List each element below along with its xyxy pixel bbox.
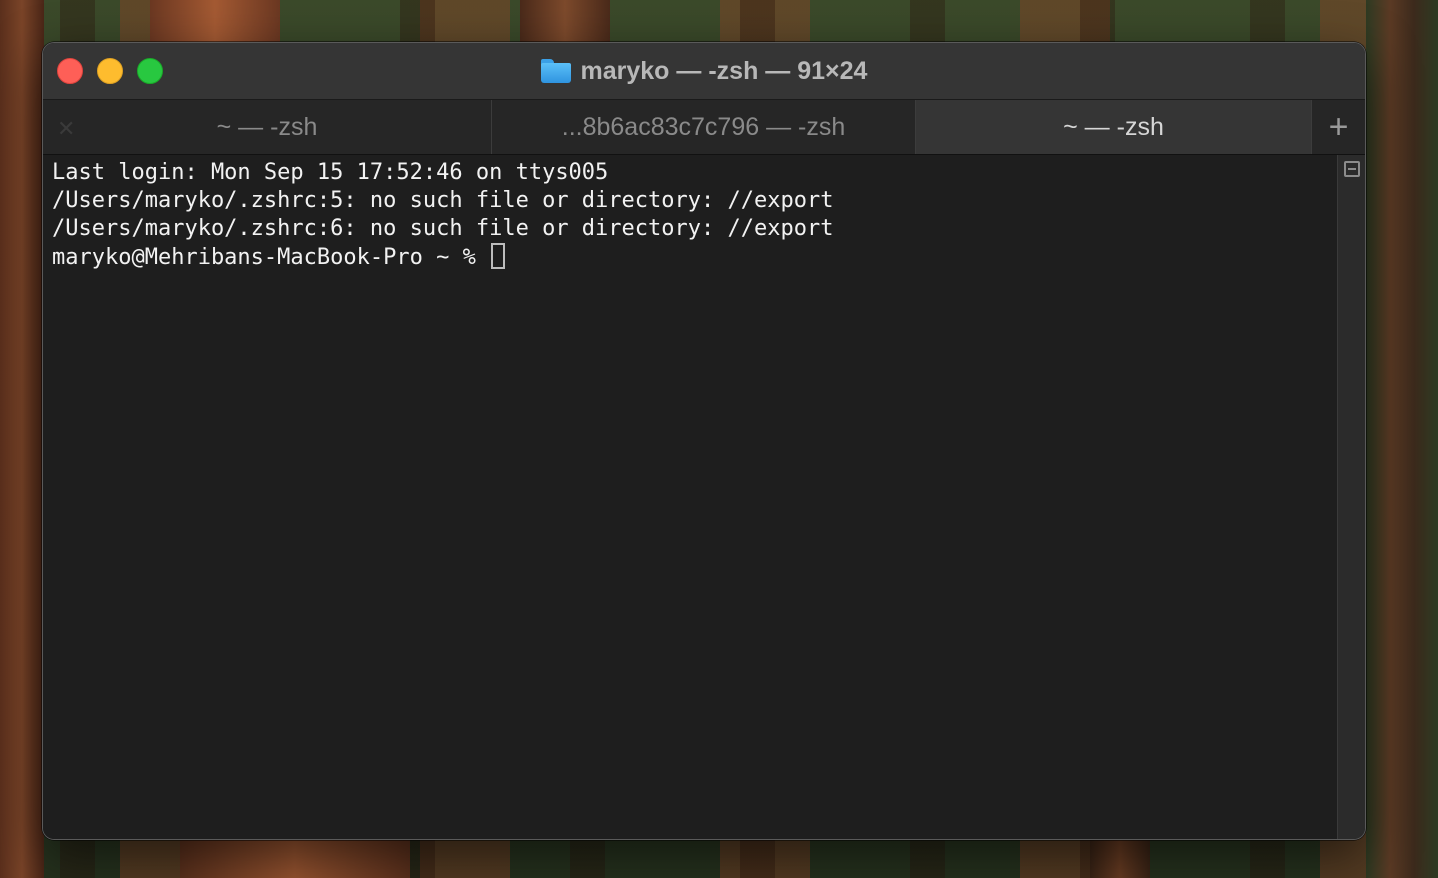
text-cursor: [491, 243, 506, 269]
background-trunk: [1366, 0, 1438, 878]
marker-icon[interactable]: [1344, 161, 1360, 177]
tab-active-home-zsh[interactable]: ~ — -zsh: [916, 100, 1312, 154]
tab-label: ~ — -zsh: [1063, 112, 1164, 141]
plus-icon: +: [1328, 107, 1349, 146]
folder-icon: [540, 59, 571, 83]
tab-hash-zsh[interactable]: ...8b6ac83c7c796 — -zsh: [492, 100, 916, 154]
background-trunk: [0, 0, 44, 878]
tab-label: ~ — -zsh: [216, 112, 318, 141]
new-tab-button[interactable]: +: [1312, 100, 1365, 154]
terminal-line: /Users/maryko/.zshrc:5: no such file or …: [52, 188, 834, 213]
tab-home-zsh[interactable]: ✕ ~ — -zsh: [43, 100, 492, 154]
terminal-window: maryko — -zsh — 91×24 ✕ ~ — -zsh ...8b6a…: [42, 42, 1366, 840]
background-trunk: [520, 0, 610, 44]
tab-label: ...8b6ac83c7c796 — -zsh: [561, 112, 846, 141]
terminal-output[interactable]: Last login: Mon Sep 15 17:52:46 on ttys0…: [43, 155, 1337, 839]
background-trunk: [1090, 838, 1150, 878]
terminal-line: /Users/maryko/.zshrc:6: no such file or …: [52, 216, 834, 241]
window-title-text: maryko — -zsh — 91×24: [580, 56, 868, 85]
traffic-lights: [57, 58, 163, 84]
terminal-line: Last login: Mon Sep 15 17:52:46 on ttys0…: [52, 160, 609, 185]
minimize-button[interactable]: [97, 58, 123, 84]
maximize-button[interactable]: [137, 58, 163, 84]
title-bar[interactable]: maryko — -zsh — 91×24: [43, 43, 1365, 99]
tab-close-icon[interactable]: ✕: [57, 116, 75, 142]
background-trunk: [180, 838, 410, 878]
window-title: maryko — -zsh — 91×24: [540, 56, 868, 86]
close-button[interactable]: [57, 58, 83, 84]
background-trunk: [150, 0, 280, 44]
scrollbar[interactable]: [1337, 155, 1365, 839]
terminal-prompt-line: maryko@Mehribans-MacBook-Pro ~ %: [52, 243, 1337, 272]
tab-bar: ✕ ~ — -zsh ...8b6ac83c7c796 — -zsh ~ — -…: [43, 99, 1365, 155]
prompt-text: maryko@Mehribans-MacBook-Pro ~ %: [52, 245, 490, 270]
